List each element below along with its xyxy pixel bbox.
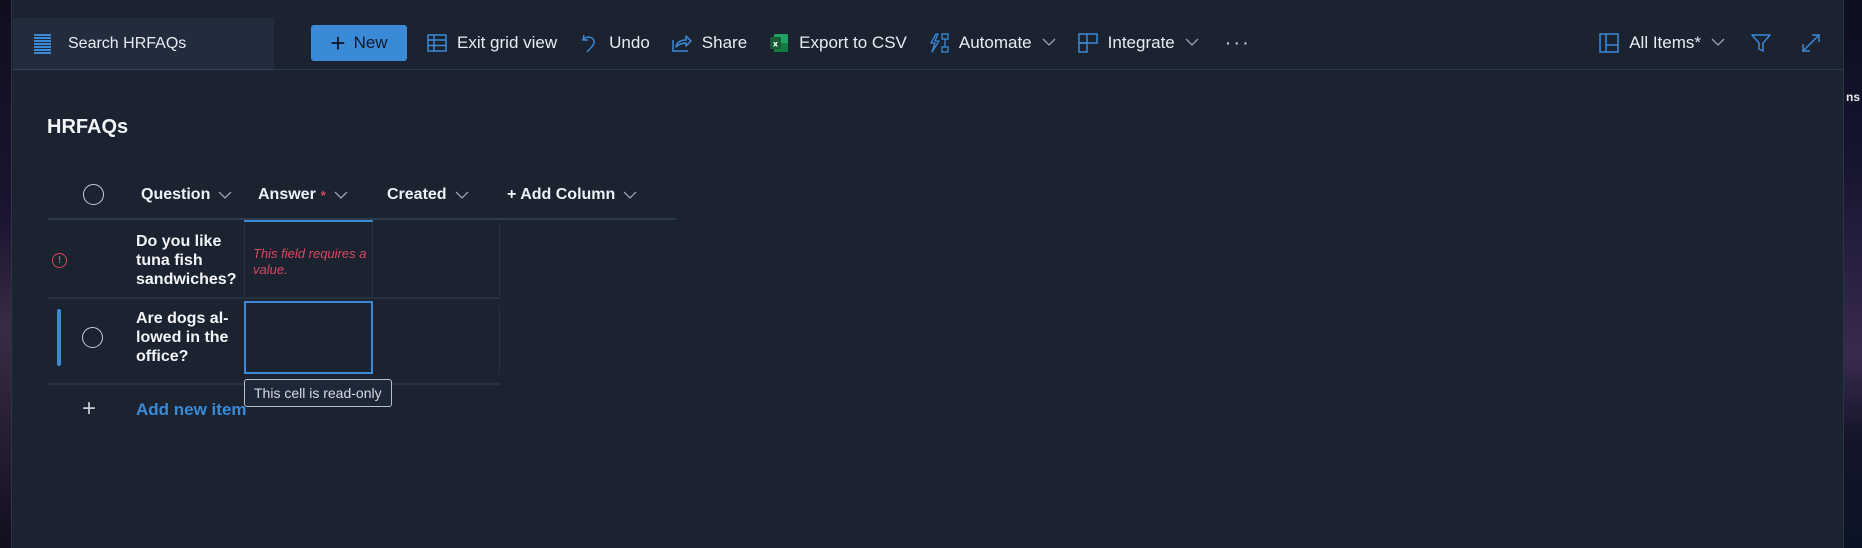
- chevron-down-icon: [1042, 38, 1056, 48]
- error-icon: !: [52, 253, 67, 268]
- list-title: HRFAQs: [47, 116, 129, 138]
- export-csv-button[interactable]: x Export to CSV: [769, 25, 907, 61]
- column-label: Answer: [258, 186, 316, 203]
- integrate-label: Integrate: [1107, 33, 1175, 52]
- list-app-window: Search HRFAQs + New Exit grid view Undo: [11, 0, 1844, 548]
- question-cell[interactable]: Are dogs al-lowed in the office?: [136, 309, 236, 366]
- view-icon: [1599, 33, 1619, 53]
- chevron-down-icon: [1185, 38, 1199, 48]
- row-selection-indicator: [57, 309, 61, 366]
- share-button[interactable]: Share: [672, 25, 747, 61]
- chevron-down-icon: [218, 191, 232, 200]
- column-label: Question: [141, 186, 211, 203]
- integrate-icon: [1077, 33, 1098, 53]
- view-tools: All Items*: [1599, 25, 1823, 61]
- search-box[interactable]: Search HRFAQs: [13, 18, 274, 70]
- search-placeholder: Search HRFAQs: [68, 34, 187, 52]
- column-header-question[interactable]: Question: [141, 170, 232, 220]
- validation-error: This field requires a value.: [253, 246, 367, 277]
- view-label: All Items*: [1629, 33, 1701, 52]
- created-cell[interactable]: [373, 222, 500, 297]
- read-only-tooltip: This cell is read-only: [244, 379, 392, 407]
- desktop-partial-text: ns: [1846, 90, 1860, 104]
- list-icon: [34, 33, 51, 54]
- undo-icon: [579, 33, 599, 53]
- list-grid: Question Answer * Created + Add Column !…: [48, 170, 676, 422]
- more-options-button[interactable]: ···: [1225, 33, 1251, 53]
- column-header-answer[interactable]: Answer *: [244, 170, 373, 222]
- column-label: Created: [387, 186, 447, 203]
- column-label: + Add Column: [507, 186, 616, 203]
- add-new-item-link[interactable]: Add new item: [136, 400, 247, 420]
- chevron-down-icon: [455, 191, 469, 200]
- row-checkbox[interactable]: [82, 327, 103, 348]
- command-bar: Search HRFAQs + New Exit grid view Undo: [12, 0, 1843, 70]
- share-icon: [672, 33, 692, 53]
- column-header-created[interactable]: Created: [387, 170, 469, 220]
- add-column-button[interactable]: + Add Column: [507, 170, 637, 220]
- export-csv-label: Export to CSV: [799, 33, 907, 52]
- expand-icon[interactable]: [1799, 31, 1823, 55]
- view-switcher[interactable]: All Items*: [1599, 25, 1725, 61]
- table-row[interactable]: ! Do you like tuna fish sandwiches? This…: [48, 222, 500, 299]
- new-button[interactable]: + New: [311, 25, 407, 61]
- answer-cell[interactable]: This field requires a value.: [244, 222, 373, 297]
- filter-icon[interactable]: [1749, 31, 1773, 55]
- excel-icon: x: [769, 33, 789, 53]
- question-cell[interactable]: Do you like tuna fish sandwiches?: [136, 232, 236, 289]
- desktop-wallpaper-right: ns: [1844, 0, 1862, 548]
- new-button-label: New: [353, 33, 388, 52]
- undo-label: Undo: [609, 33, 650, 52]
- integrate-menu[interactable]: Integrate: [1077, 25, 1199, 61]
- select-all-checkbox[interactable]: [83, 184, 104, 205]
- undo-button[interactable]: Undo: [579, 25, 650, 61]
- grid-icon: [427, 33, 447, 53]
- table-row[interactable]: Are dogs al-lowed in the office?: [48, 299, 500, 385]
- chevron-down-icon: [334, 191, 348, 200]
- answer-cell-focused[interactable]: [244, 301, 373, 374]
- plus-icon: +: [330, 28, 346, 58]
- created-cell[interactable]: [373, 305, 500, 375]
- svg-text:x: x: [773, 40, 779, 49]
- automate-icon: [929, 33, 949, 53]
- automate-menu[interactable]: Automate: [929, 25, 1056, 61]
- chevron-down-icon: [1711, 38, 1725, 48]
- desktop-wallpaper-left: [0, 0, 11, 548]
- share-label: Share: [701, 33, 748, 52]
- toolbar: + New Exit grid view Undo Share x Export…: [311, 25, 1251, 61]
- grid-header: Question Answer * Created + Add Column: [48, 170, 676, 222]
- required-indicator: *: [320, 187, 326, 203]
- automate-label: Automate: [958, 33, 1032, 52]
- exit-grid-view-button[interactable]: Exit grid view: [427, 25, 557, 61]
- exit-grid-view-label: Exit grid view: [457, 33, 558, 52]
- plus-icon[interactable]: +: [82, 395, 96, 423]
- chevron-down-icon: [623, 191, 637, 200]
